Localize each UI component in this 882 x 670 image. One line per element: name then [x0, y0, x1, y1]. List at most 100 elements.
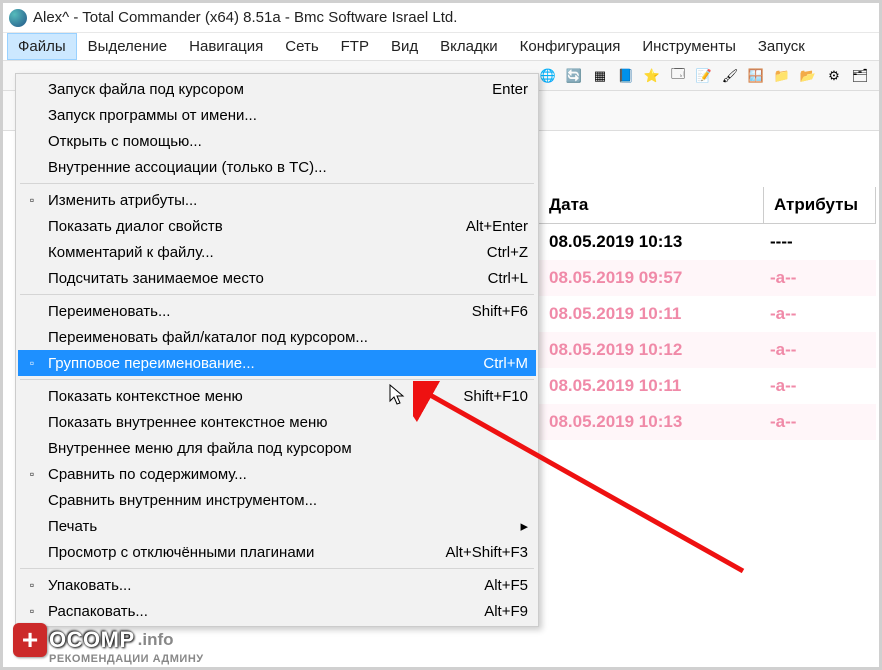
menu-item-label: Показать внутреннее контекстное меню: [48, 414, 328, 431]
star-icon[interactable]: ⭐: [641, 65, 663, 87]
file-row[interactable]: 08.05.2019 10:11-a--: [539, 368, 876, 404]
menu-item-shortcut: Alt+Enter: [466, 218, 528, 235]
watermark-subtitle: РЕКОМЕНДАЦИИ АДМИНУ: [49, 653, 204, 665]
menu-item[interactable]: Открыть с помощью...: [18, 128, 536, 154]
file-row[interactable]: 08.05.2019 10:12-a--: [539, 332, 876, 368]
menu-item[interactable]: Показать контекстное меню Shift+F10: [18, 383, 536, 409]
menu-item-label: Распаковать...: [48, 603, 148, 620]
folder-green-icon[interactable]: 📁: [771, 65, 793, 87]
cell-attr: -a--: [764, 340, 876, 360]
menu-item-label: Изменить атрибуты...: [48, 192, 197, 209]
menu-item-shortcut: Enter: [492, 81, 528, 98]
cell-attr: -a--: [764, 376, 876, 396]
props-icon: ▫: [24, 192, 40, 208]
menu-separator: [20, 379, 534, 380]
menu-item[interactable]: Подсчитать занимаемое место Ctrl+L: [18, 265, 536, 291]
watermark: + OCOMP.info: [13, 623, 174, 657]
refresh-icon[interactable]: 🔄: [563, 65, 585, 87]
menu-item-label: Запуск файла под курсором: [48, 81, 244, 98]
menu-item[interactable]: ▫Распаковать...Alt+F9: [18, 598, 536, 624]
palette-icon[interactable]: 🖌: [719, 65, 741, 87]
menu-item-shortcut: Alt+Shift+F3: [445, 544, 528, 561]
menu-separator: [20, 294, 534, 295]
menu-item-shortcut: Shift+F10: [463, 388, 528, 405]
menu-item[interactable]: Показать диалог свойствAlt+Enter: [18, 213, 536, 239]
file-row[interactable]: 08.05.2019 10:11-a--: [539, 296, 876, 332]
panel-header: Дата Атрибуты: [539, 187, 876, 224]
cell-attr: -a--: [764, 412, 876, 432]
watermark-suffix: .info: [138, 630, 174, 650]
menu-item[interactable]: ▫ Групповое переименование... Ctrl+M: [18, 350, 536, 376]
menu-item-label: Подсчитать занимаемое место: [48, 270, 264, 287]
menu-item-shortcut: Ctrl+L: [488, 270, 528, 287]
rename-icon: ▫: [24, 355, 40, 371]
book-icon[interactable]: 📘: [615, 65, 637, 87]
menu-конфигурация[interactable]: Конфигурация: [509, 33, 632, 60]
cell-attr: -a--: [764, 268, 876, 288]
notepad-icon[interactable]: 📝: [693, 65, 715, 87]
menu-item-label: Переименовать файл/каталог под курсором.…: [48, 329, 368, 346]
menu-item[interactable]: Печать▸: [18, 513, 536, 539]
column-header-date[interactable]: Дата: [539, 187, 764, 223]
window-icon[interactable]: 🪟: [745, 65, 767, 87]
menu-item-label: Групповое переименование...: [48, 355, 255, 372]
cell-date: 08.05.2019 10:11: [539, 376, 764, 396]
menu-item[interactable]: Запуск программы от имени...: [18, 102, 536, 128]
folder-yellow-icon[interactable]: 📂: [797, 65, 819, 87]
title-bar: Alex^ - Total Commander (x64) 8.51a - Bm…: [3, 3, 879, 33]
menu-separator: [20, 183, 534, 184]
cell-date: 08.05.2019 10:13: [539, 412, 764, 432]
grid-icon[interactable]: ▦: [589, 65, 611, 87]
file-row[interactable]: 08.05.2019 09:57-a--: [539, 260, 876, 296]
menu-item[interactable]: Комментарий к файлу...Ctrl+Z: [18, 239, 536, 265]
unpack-icon: ▫: [24, 603, 40, 619]
menu-item-label: Печать: [48, 518, 97, 535]
cell-date: 08.05.2019 10:13: [539, 232, 764, 252]
menu-item[interactable]: Запуск файла под курсором Enter: [18, 76, 536, 102]
menu-инструменты[interactable]: Инструменты: [631, 33, 747, 60]
cell-date: 08.05.2019 10:12: [539, 340, 764, 360]
menu-item[interactable]: ▫ Изменить атрибуты...: [18, 187, 536, 213]
menu-item[interactable]: Сравнить внутренним инструментом...: [18, 487, 536, 513]
menu-item-shortcut: Ctrl+M: [483, 355, 528, 372]
menu-item-label: Просмотр с отключёнными плагинами: [48, 544, 314, 561]
menu-item-label: Внутренние ассоциации (только в TC)...: [48, 159, 327, 176]
menu-item[interactable]: Переименовать файл/каталог под курсором.…: [18, 324, 536, 350]
app-icon: [9, 9, 27, 27]
column-header-attr[interactable]: Атрибуты: [764, 187, 876, 223]
stack-icon[interactable]: 🗂: [849, 65, 871, 87]
menu-item[interactable]: Внутреннее меню для файла под курсором: [18, 435, 536, 461]
menu-файлы[interactable]: Файлы: [7, 33, 77, 60]
menu-item[interactable]: Показать внутреннее контекстное меню: [18, 409, 536, 435]
menu-item-label: Показать контекстное меню: [48, 388, 243, 405]
menu-ftp[interactable]: FTP: [330, 33, 380, 60]
menu-вкладки[interactable]: Вкладки: [429, 33, 509, 60]
menu-навигация[interactable]: Навигация: [178, 33, 274, 60]
watermark-brand: OCOMP: [49, 627, 135, 653]
menu-item[interactable]: ▫Сравнить по содержимому...: [18, 461, 536, 487]
menu-выделение[interactable]: Выделение: [77, 33, 178, 60]
file-row[interactable]: 08.05.2019 10:13-a--: [539, 404, 876, 440]
gear-icon[interactable]: ⚙: [823, 65, 845, 87]
menu-item[interactable]: Переименовать...Shift+F6: [18, 298, 536, 324]
menu-item[interactable]: Просмотр с отключёнными плагинами Alt+Shi…: [18, 539, 536, 565]
menu-запуск[interactable]: Запуск: [747, 33, 816, 60]
menu-item-label: Запуск программы от имени...: [48, 107, 257, 124]
file-row[interactable]: 08.05.2019 10:13----: [539, 224, 876, 260]
menu-item[interactable]: Внутренние ассоциации (только в TC)...: [18, 154, 536, 180]
watermark-badge-icon: +: [13, 623, 47, 657]
menu-separator: [20, 568, 534, 569]
menu-item-label: Комментарий к файлу...: [48, 244, 214, 261]
menu-item-label: Внутреннее меню для файла под курсором: [48, 440, 352, 457]
menu-item-label: Открыть с помощью...: [48, 133, 202, 150]
menu-item-shortcut: Alt+F5: [484, 577, 528, 594]
menu-item-label: Переименовать...: [48, 303, 170, 320]
files-menu-dropdown: Запуск файла под курсором Enter Запуск про…: [15, 73, 539, 627]
menu-item[interactable]: ▫Упаковать...Alt+F5: [18, 572, 536, 598]
menu-вид[interactable]: Вид: [380, 33, 429, 60]
globe-icon[interactable]: 🌐: [537, 65, 559, 87]
pack-icon: ▫: [24, 577, 40, 593]
app-icon[interactable]: 🗔: [667, 65, 689, 87]
file-panel: Дата Атрибуты 08.05.2019 10:13----08.05.…: [539, 187, 876, 440]
menu-сеть[interactable]: Сеть: [274, 33, 329, 60]
